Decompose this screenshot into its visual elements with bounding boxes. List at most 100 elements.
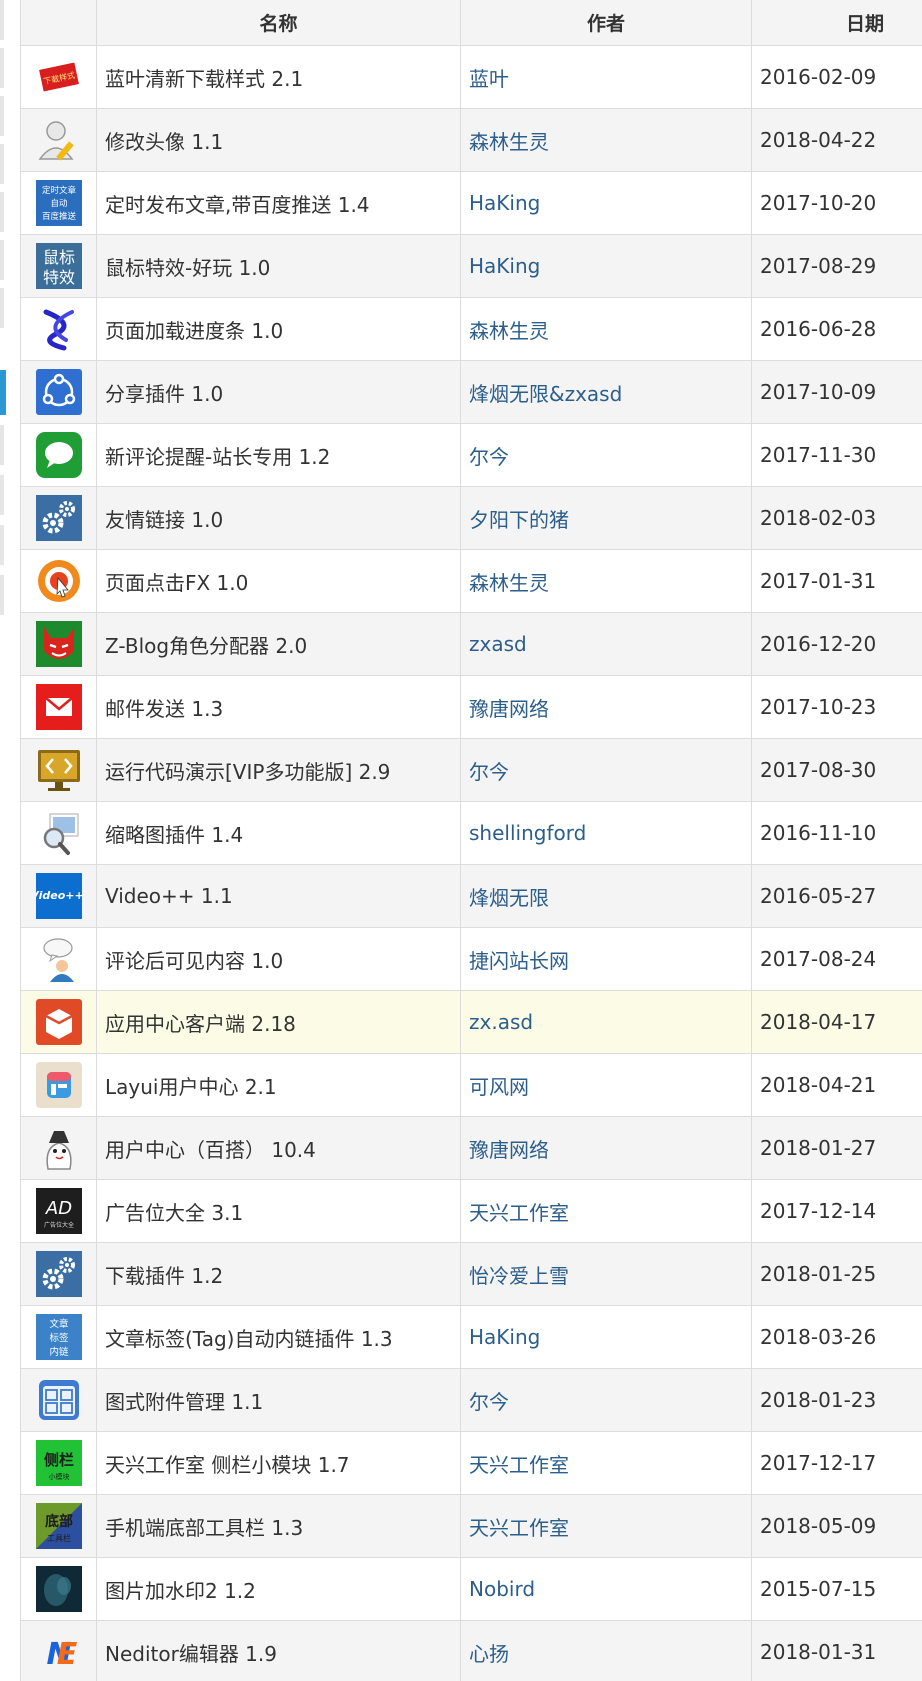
plugin-author-link[interactable]: 烽烟无限&zxasd bbox=[469, 382, 622, 406]
table-row[interactable]: AD 广告位大全 广告位大全 3.1 天兴工作室 2017-12-14 bbox=[20, 1179, 922, 1243]
plugin-author-cell: HaKing bbox=[460, 1305, 752, 1369]
plugin-author-link[interactable]: 森林生灵 bbox=[469, 130, 549, 154]
table-row[interactable]: 友情链接 1.0 夕阳下的猪 2018-02-03 bbox=[20, 486, 922, 550]
table-row[interactable]: 文章 标签 内链 文章标签(Tag)自动内链插件 1.3 HaKing 2018-03-2… bbox=[20, 1305, 922, 1369]
nav-rail-item[interactable] bbox=[0, 48, 4, 88]
plugin-author-link[interactable]: 夕阳下的猪 bbox=[469, 508, 569, 532]
plugin-author-link[interactable]: 心扬 bbox=[469, 1642, 509, 1666]
header-name[interactable]: 名称 bbox=[96, 0, 461, 46]
plugin-author-link[interactable]: 豫唐网络 bbox=[469, 697, 549, 721]
plugin-icon-cell bbox=[20, 486, 97, 550]
plugin-name: 文章标签(Tag)自动内链插件 1.3 bbox=[96, 1305, 461, 1369]
table-row[interactable]: 用户中心（百搭） 10.4 豫唐网络 2018-01-27 bbox=[20, 1116, 922, 1180]
plugin-author-link[interactable]: 森林生灵 bbox=[469, 319, 549, 343]
nav-rail-item-active[interactable] bbox=[0, 370, 6, 415]
plugin-date: 2016-02-09 bbox=[751, 45, 922, 109]
table-row[interactable]: 侧栏 小模块 天兴工作室 侧栏小模块 1.7 天兴工作室 2017-12-17 bbox=[20, 1431, 922, 1495]
nav-rail-item[interactable] bbox=[0, 192, 4, 232]
table-row[interactable]: 新评论提醒-站长专用 1.2 尔今 2017-11-30 bbox=[20, 423, 922, 487]
plugin-author-link[interactable]: 蓝叶 bbox=[469, 67, 509, 91]
table-row[interactable]: 定时文章 自动 百度推送 定时发布文章,带百度推送 1.4 HaKing 2017-10-… bbox=[20, 171, 922, 235]
table-row[interactable]: 页面加载进度条 1.0 森林生灵 2016-06-28 bbox=[20, 297, 922, 361]
plugin-author-link[interactable]: zxasd bbox=[469, 632, 527, 656]
plugin-author-link[interactable]: HaKing bbox=[469, 1325, 540, 1349]
thumbnail-magnifier-icon bbox=[36, 810, 82, 856]
plugin-author-cell: 烽烟无限&zxasd bbox=[460, 360, 752, 424]
nav-rail-item[interactable] bbox=[0, 96, 4, 136]
nav-rail-item[interactable] bbox=[0, 288, 4, 328]
table-row[interactable]: 图片加水印2 1.2 Nobird 2015-07-15 bbox=[20, 1557, 922, 1621]
plugin-name: 图片加水印2 1.2 bbox=[96, 1557, 461, 1621]
plugin-name: 友情链接 1.0 bbox=[96, 486, 461, 550]
plugin-author-link[interactable]: 尔今 bbox=[469, 1390, 509, 1414]
table-row[interactable]: 修改头像 1.1 森林生灵 2018-04-22 bbox=[20, 108, 922, 172]
plugin-author-link[interactable]: shellingford bbox=[469, 821, 586, 845]
plugin-icon-cell: 定时文章 自动 百度推送 bbox=[20, 171, 97, 235]
table-row[interactable]: N E Neditor编辑器 1.9 心扬 2018-01-31 bbox=[20, 1620, 922, 1681]
nav-rail-item[interactable] bbox=[0, 0, 4, 40]
plugin-icon-cell: 鼠标 特效 bbox=[20, 234, 97, 298]
nav-rail-item[interactable] bbox=[0, 575, 4, 615]
nav-rail-item[interactable] bbox=[0, 475, 4, 515]
plugin-name: 广告位大全 3.1 bbox=[96, 1179, 461, 1243]
nav-rail-item[interactable] bbox=[0, 144, 4, 184]
plugin-date: 2018-03-26 bbox=[751, 1305, 922, 1369]
svg-text:小模块: 小模块 bbox=[48, 1472, 69, 1481]
plugin-author-link[interactable]: Nobird bbox=[469, 1577, 535, 1601]
plugin-author-link[interactable]: 天兴工作室 bbox=[469, 1516, 569, 1540]
chat-bubble-icon bbox=[35, 432, 82, 478]
table-row[interactable]: 下载插件 1.2 怡冷爱上雪 2018-01-25 bbox=[20, 1242, 922, 1306]
plugin-icon-cell bbox=[20, 360, 97, 424]
table-row[interactable]: 应用中心客户端 2.18 zx.asd 2018-04-17 bbox=[20, 990, 922, 1054]
header-author[interactable]: 作者 bbox=[460, 0, 752, 46]
plugin-author-cell: 怡冷爱上雪 bbox=[460, 1242, 752, 1306]
table-row[interactable]: 图式附件管理 1.1 尔今 2018-01-23 bbox=[20, 1368, 922, 1432]
plugin-author-link[interactable]: 豫唐网络 bbox=[469, 1138, 549, 1162]
table-row[interactable]: 分享插件 1.0 烽烟无限&zxasd 2017-10-09 bbox=[20, 360, 922, 424]
plugin-icon-cell bbox=[20, 549, 97, 613]
plugin-name: 应用中心客户端 2.18 bbox=[96, 990, 461, 1054]
plugin-author-link[interactable]: 天兴工作室 bbox=[469, 1201, 569, 1225]
plugin-author-cell: 烽烟无限 bbox=[460, 864, 752, 928]
plugin-author-link[interactable]: 尔今 bbox=[469, 760, 509, 784]
plugin-name: 手机端底部工具栏 1.3 bbox=[96, 1494, 461, 1558]
plugin-icon-cell bbox=[20, 1053, 97, 1117]
app-center-box-icon bbox=[35, 999, 82, 1045]
table-row[interactable]: 鼠标 特效 鼠标特效-好玩 1.0 HaKing 2017-08-29 bbox=[20, 234, 922, 298]
svg-text:定时文章: 定时文章 bbox=[41, 185, 76, 196]
watermark-image-icon bbox=[35, 1566, 82, 1612]
plugin-author-link[interactable]: HaKing bbox=[469, 191, 540, 215]
svg-text:E: E bbox=[56, 1637, 77, 1672]
tag-link-icon: 文章 标签 内链 bbox=[35, 1314, 82, 1360]
header-date[interactable]: 日期 bbox=[751, 0, 922, 46]
plugin-author-link[interactable]: 森林生灵 bbox=[469, 571, 549, 595]
plugin-author-link[interactable]: 可风网 bbox=[469, 1075, 529, 1099]
table-row[interactable]: Layui用户中心 2.1 可风网 2018-04-21 bbox=[20, 1053, 922, 1117]
nav-rail-item[interactable] bbox=[0, 425, 4, 465]
table-row[interactable]: 运行代码演示[VIP多功能版] 2.9 尔今 2017-08-30 bbox=[20, 738, 922, 802]
nav-rail-item[interactable] bbox=[0, 525, 4, 565]
table-row[interactable]: 缩略图插件 1.4 shellingford 2016-11-10 bbox=[20, 801, 922, 865]
svg-text:AD: AD bbox=[44, 1198, 71, 1219]
plugin-date: 2017-08-30 bbox=[751, 738, 922, 802]
plugin-author-link[interactable]: 天兴工作室 bbox=[469, 1453, 569, 1477]
table-row[interactable]: 评论后可见内容 1.0 捷闪站长网 2017-08-24 bbox=[20, 927, 922, 991]
plugin-author-link[interactable]: HaKing bbox=[469, 254, 540, 278]
plugin-author-cell: 森林生灵 bbox=[460, 297, 752, 361]
table-row[interactable]: Video++ Video++ 1.1 烽烟无限 2016-05-27 bbox=[20, 864, 922, 928]
plugin-author-link[interactable]: zx.asd bbox=[469, 1010, 533, 1034]
plugin-name: 新评论提醒-站长专用 1.2 bbox=[96, 423, 461, 487]
plugin-date: 2018-04-22 bbox=[751, 108, 922, 172]
table-row[interactable]: 页面点击FX 1.0 森林生灵 2017-01-31 bbox=[20, 549, 922, 613]
table-row[interactable]: Z-Blog角色分配器 2.0 zxasd 2016-12-20 bbox=[20, 612, 922, 676]
nav-rail-item[interactable] bbox=[0, 240, 4, 280]
table-row[interactable]: 底部 工具栏 手机端底部工具栏 1.3 天兴工作室 2018-05-09 bbox=[20, 1494, 922, 1558]
plugin-author-link[interactable]: 烽烟无限 bbox=[469, 886, 549, 910]
table-row[interactable]: 下载样式 蓝叶清新下载样式 2.1 蓝叶 2016-02-09 bbox=[20, 45, 922, 109]
plugin-author-link[interactable]: 尔今 bbox=[469, 445, 509, 469]
plugin-author-link[interactable]: 怡冷爱上雪 bbox=[469, 1264, 569, 1288]
table-row[interactable]: 邮件发送 1.3 豫唐网络 2017-10-23 bbox=[20, 675, 922, 739]
svg-text:工具栏: 工具栏 bbox=[47, 1533, 71, 1543]
plugin-author-link[interactable]: 捷闪站长网 bbox=[469, 949, 569, 973]
bottom-toolbar-icon: 底部 工具栏 bbox=[35, 1503, 82, 1549]
